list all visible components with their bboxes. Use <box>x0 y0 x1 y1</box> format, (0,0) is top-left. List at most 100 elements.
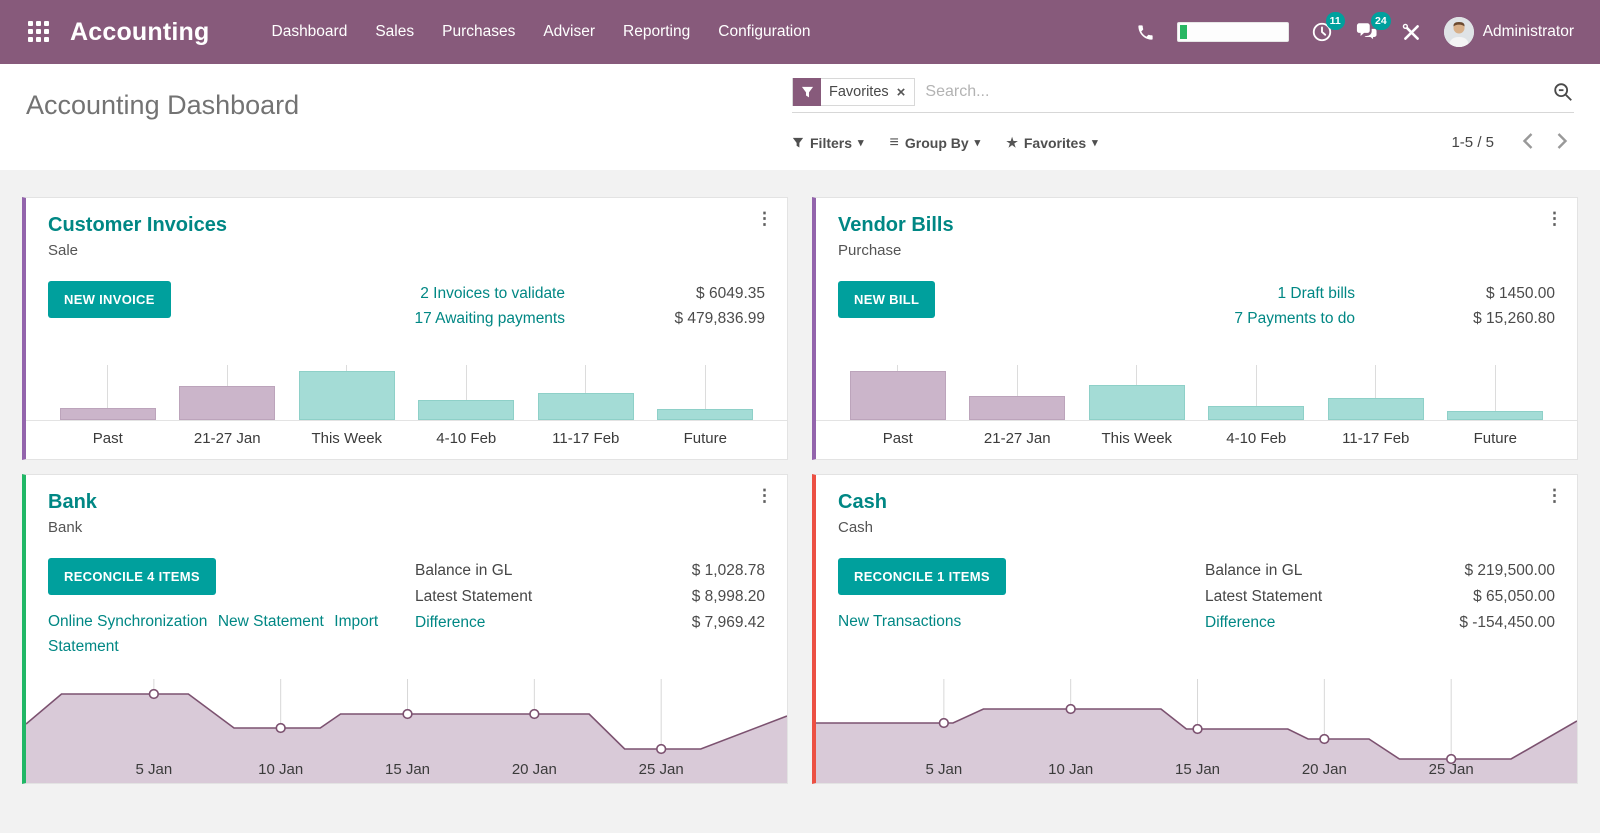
card-subtitle: Bank <box>48 519 765 536</box>
difference-value: $ 7,969.42 <box>692 610 765 636</box>
pager-next-button[interactable] <box>1549 130 1574 155</box>
apps-grid-icon[interactable] <box>22 15 56 49</box>
invoices-to-validate-link[interactable]: 2 Invoices to validate <box>414 281 565 306</box>
balance-in-gl-label: Balance in GL <box>415 558 512 584</box>
menu-configuration[interactable]: Configuration <box>704 0 824 64</box>
line-x-label: 15 Jan <box>385 761 430 778</box>
chevron-left-icon <box>1522 132 1535 150</box>
filters-button[interactable]: Filters ▾ <box>792 135 864 151</box>
card-title[interactable]: Bank <box>48 491 765 514</box>
activities-button[interactable]: 11 <box>1311 21 1333 43</box>
bar-x-label: Past <box>883 430 913 447</box>
bills-bar-chart: Past21-27 JanThis Week4-10 Feb11-17 FebF… <box>838 363 1555 449</box>
balance-in-gl-value: $ 219,500.00 <box>1464 558 1555 584</box>
star-icon: ★ <box>1006 135 1018 151</box>
bar-past[interactable] <box>60 408 156 420</box>
card-cash: ⋮ Cash Cash RECONCILE 1 ITEMS New Transa… <box>812 474 1578 784</box>
bar-11-17-feb[interactable] <box>538 393 634 420</box>
debug-tools-button[interactable] <box>1401 22 1422 43</box>
new-invoice-button[interactable]: NEW INVOICE <box>48 281 171 318</box>
latest-statement-value: $ 65,050.00 <box>1473 584 1555 610</box>
line-x-label: 10 Jan <box>258 761 303 778</box>
phone-icon[interactable] <box>1136 23 1155 42</box>
card-menu-kebab-icon[interactable]: ⋮ <box>756 210 773 227</box>
bar-x-label: 21-27 Jan <box>194 430 261 447</box>
card-title[interactable]: Cash <box>838 491 1555 514</box>
control-panel: Accounting Dashboard Favorites × Filters… <box>0 64 1600 170</box>
bar-future[interactable] <box>657 409 753 420</box>
card-title[interactable]: Customer Invoices <box>48 214 765 237</box>
bar-future[interactable] <box>1447 411 1543 420</box>
line-x-label: 20 Jan <box>512 761 557 778</box>
messages-button[interactable]: 24 <box>1355 21 1379 43</box>
menu-sales[interactable]: Sales <box>361 0 428 64</box>
menu-reporting[interactable]: Reporting <box>609 0 704 64</box>
search-input[interactable] <box>925 83 1552 101</box>
bar-21-27-jan[interactable] <box>179 386 275 420</box>
search-bar: Favorites × <box>792 78 1574 113</box>
stat-row: Difference $ -154,450.00 <box>1205 610 1555 636</box>
bar-this-week[interactable] <box>1089 385 1185 420</box>
stat-row: Latest Statement $ 65,050.00 <box>1205 584 1555 610</box>
usage-meter-fill <box>1180 25 1187 39</box>
facet-remove-button[interactable]: × <box>897 84 915 101</box>
bar-x-label: Future <box>684 430 727 447</box>
bar-4-10-feb[interactable] <box>418 400 514 420</box>
cash-balance-chart: 5 Jan10 Jan15 Jan20 Jan25 Jan <box>816 671 1577 783</box>
menu-purchases[interactable]: Purchases <box>428 0 529 64</box>
difference-link[interactable]: Difference <box>1205 610 1275 636</box>
card-menu-kebab-icon[interactable]: ⋮ <box>1546 210 1563 227</box>
payments-to-do-amount: $ 15,260.80 <box>1355 306 1555 331</box>
group-by-button[interactable]: ≡ Group By ▾ <box>890 134 981 152</box>
pager-previous-button[interactable] <box>1516 130 1541 155</box>
latest-statement-label: Latest Statement <box>415 584 532 610</box>
card-subtitle: Sale <box>48 242 765 259</box>
payments-to-do-link[interactable]: 7 Payments to do <box>1234 306 1355 331</box>
reconcile-items-button[interactable]: RECONCILE 1 ITEMS <box>838 558 1006 595</box>
line-x-label: 5 Jan <box>925 761 962 778</box>
bar-this-week[interactable] <box>299 371 395 420</box>
card-menu-kebab-icon[interactable]: ⋮ <box>1546 487 1563 504</box>
latest-statement-value: $ 8,998.20 <box>692 584 765 610</box>
bar-past[interactable] <box>850 371 946 420</box>
messages-badge: 24 <box>1371 12 1391 30</box>
difference-link[interactable]: Difference <box>415 610 485 636</box>
card-subtitle: Cash <box>838 519 1555 536</box>
card-title[interactable]: Vendor Bills <box>838 214 1555 237</box>
bar-11-17-feb[interactable] <box>1328 398 1424 420</box>
menu-adviser[interactable]: Adviser <box>529 0 609 64</box>
menu-dashboard[interactable]: Dashboard <box>258 0 362 64</box>
systray: 11 24 <box>1136 17 1574 47</box>
bar-x-label: 11-17 Feb <box>552 430 619 447</box>
facet-label: Favorites <box>821 84 897 100</box>
line-x-label: 15 Jan <box>1175 761 1220 778</box>
bar-x-label: 4-10 Feb <box>1226 430 1286 447</box>
card-vendor-bills: ⋮ Vendor Bills Purchase NEW BILL 1 Draft… <box>812 197 1578 460</box>
usage-meter <box>1177 22 1289 42</box>
user-menu[interactable]: Administrator <box>1444 17 1574 47</box>
difference-value: $ -154,450.00 <box>1459 610 1555 636</box>
card-bank: ⋮ Bank Bank RECONCILE 4 ITEMS Online Syn… <box>22 474 788 784</box>
bar-21-27-jan[interactable] <box>969 396 1065 420</box>
app-name[interactable]: Accounting <box>70 18 210 47</box>
search-icon[interactable] <box>1552 81 1574 103</box>
favorites-button[interactable]: ★ Favorites ▾ <box>1006 135 1097 151</box>
search-facet-favorites[interactable]: Favorites × <box>792 78 915 106</box>
top-navbar: Accounting Dashboard Sales Purchases Adv… <box>0 0 1600 64</box>
new-statement-link[interactable]: New Statement <box>218 613 324 630</box>
pager: 1-5 / 5 <box>1451 130 1574 155</box>
draft-bills-amount: $ 1450.00 <box>1355 281 1555 306</box>
new-transactions-link[interactable]: New Transactions <box>838 613 961 630</box>
stat-row: Balance in GL $ 1,028.78 <box>415 558 765 584</box>
bar-x-label: Past <box>93 430 123 447</box>
reconcile-items-button[interactable]: RECONCILE 4 ITEMS <box>48 558 216 595</box>
bar-4-10-feb[interactable] <box>1208 406 1304 420</box>
new-bill-button[interactable]: NEW BILL <box>838 281 935 318</box>
awaiting-payments-link[interactable]: 17 Awaiting payments <box>414 306 565 331</box>
bar-x-label: This Week <box>1101 430 1172 447</box>
online-synchronization-link[interactable]: Online Synchronization <box>48 613 207 630</box>
group-by-icon: ≡ <box>890 134 899 152</box>
draft-bills-link[interactable]: 1 Draft bills <box>1234 281 1355 306</box>
grid-icon <box>28 21 50 43</box>
card-menu-kebab-icon[interactable]: ⋮ <box>756 487 773 504</box>
